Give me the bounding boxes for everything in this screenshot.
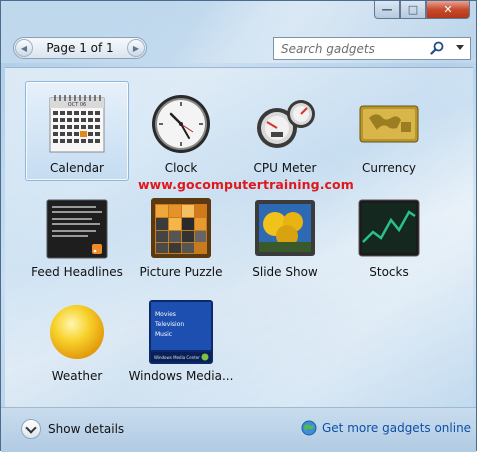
get-more-gadgets-label: Get more gadgets online [322,421,472,435]
close-button[interactable]: ✕ [426,1,470,19]
window-caption-buttons: — □ ✕ [374,1,470,19]
stocks-icon [358,199,420,257]
picture-puzzle-icon [151,198,211,258]
gadget-windows-media-center[interactable]: Movies Television Music Windows Media Ce… [129,289,233,389]
show-details-toggle[interactable]: Show details [21,419,124,439]
footer-bar: Show details Get more gadgets online [1,407,476,452]
gadget-currency[interactable]: Currency [337,81,441,181]
show-details-label: Show details [48,422,125,436]
svg-text:Music: Music [155,331,172,338]
gadget-stocks[interactable]: Stocks [337,185,441,285]
currency-icon [359,105,419,143]
gadget-clock[interactable]: Clock [129,81,233,181]
chevron-down-icon[interactable] [21,419,41,439]
svg-text:OCT 06: OCT 06 [68,102,86,108]
search-icon[interactable] [430,41,444,55]
gadget-feed-headlines[interactable]: Feed Headlines [25,185,129,285]
gadget-gallery-window: — □ ✕ ◀ Page 1 of 1 ▶ Search gadgets OCT… [0,0,477,452]
gadget-label: Currency [361,161,417,175]
windows-media-center-icon: Movies Television Music Windows Media Ce… [149,300,213,364]
previous-page-button[interactable]: ◀ [15,39,33,57]
globe-icon [301,420,317,436]
gadget-calendar[interactable]: OCT 06 Calendar [25,81,129,181]
gadget-picture-puzzle[interactable]: Picture Puzzle [129,185,233,285]
search-box [273,37,471,60]
search-dropdown-arrow-icon[interactable] [456,45,464,50]
gadget-label: Stocks [369,265,409,279]
gadget-grid: OCT 06 Calendar Clock CPU Meter Currency… [5,67,473,407]
gadget-cpu-meter[interactable]: CPU Meter [233,81,337,181]
slide-show-icon [255,200,315,256]
gadget-weather[interactable]: Weather [25,289,129,389]
gadget-label: Windows Media... [128,369,234,383]
clock-icon [152,95,210,153]
next-page-button[interactable]: ▶ [127,39,145,57]
cpu-meter-icon [257,100,315,148]
watermark-text: www.gocomputertraining.com [138,177,354,192]
calendar-icon: OCT 06 [49,95,105,153]
svg-text:Television: Television [154,321,184,328]
svg-text:Windows Media Center: Windows Media Center [154,355,200,360]
minimize-button[interactable]: — [374,1,400,19]
page-navigator: ◀ Page 1 of 1 ▶ [13,37,147,59]
gadget-slide-show[interactable]: Slide Show [233,185,337,285]
page-indicator: Page 1 of 1 [46,41,114,55]
svg-text:Movies: Movies [155,311,176,318]
feed-headlines-icon [46,199,108,259]
search-input[interactable] [279,40,433,57]
maximize-button[interactable]: □ [400,1,426,19]
get-more-gadgets-link[interactable]: Get more gadgets online [301,420,471,436]
weather-icon [50,305,104,359]
